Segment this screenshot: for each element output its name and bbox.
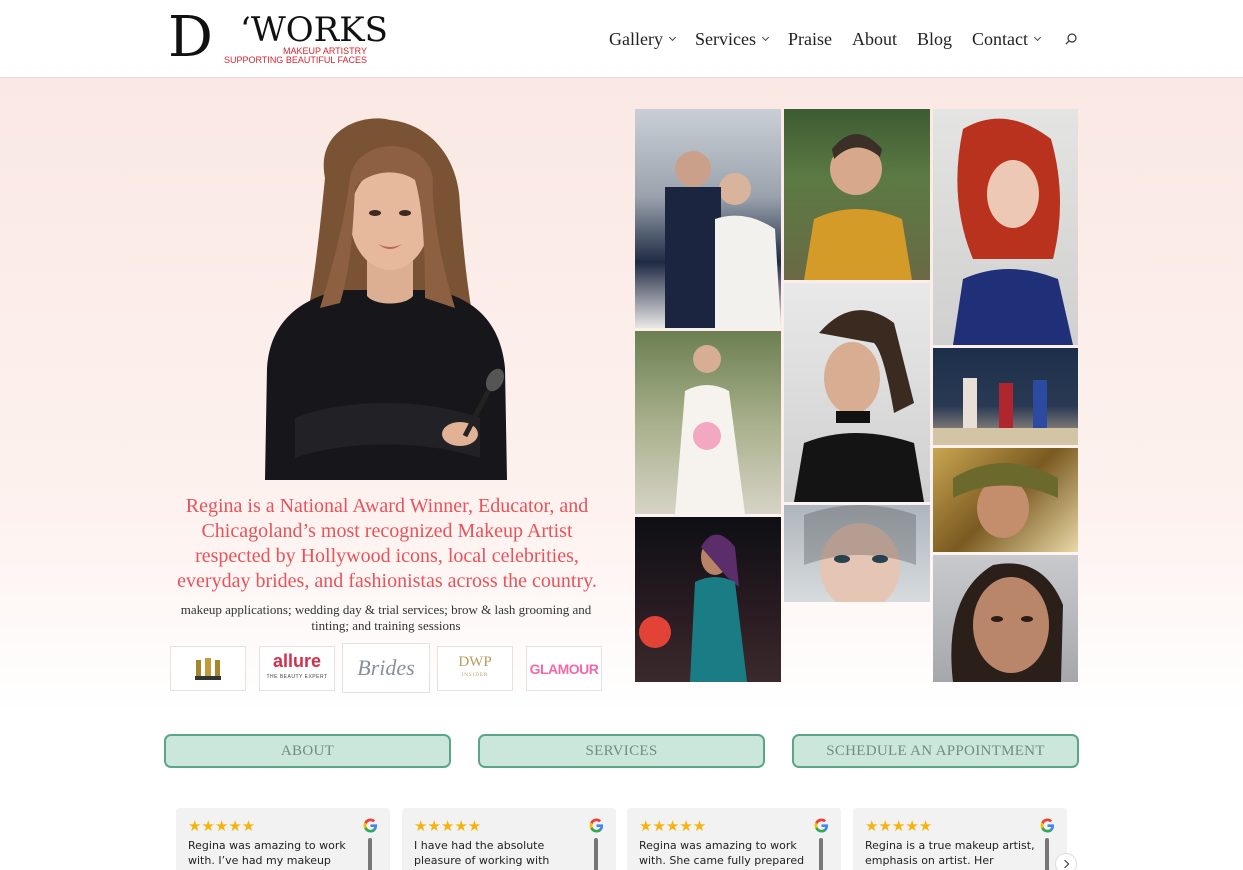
google-icon bbox=[589, 818, 604, 833]
review-card[interactable]: ★★★★★ Regina was amazing to work with. S… bbox=[627, 808, 841, 870]
nav-blog[interactable]: Blog bbox=[917, 29, 952, 50]
services-summary: makeup applications; wedding day & trial… bbox=[180, 602, 592, 633]
review-text: I have had the absolute pleasure of work… bbox=[414, 839, 550, 870]
logo-tagline-2: SUPPORTING BEAUTIFUL FACES bbox=[223, 55, 367, 65]
review-scrollbar[interactable] bbox=[1045, 838, 1049, 870]
nav-gallery[interactable]: Gallery bbox=[609, 29, 677, 50]
star-rating: ★★★★★ bbox=[414, 817, 482, 835]
review-card[interactable]: ★★★★★ I have had the absolute pleasure o… bbox=[402, 808, 616, 870]
photo-red-hair[interactable] bbox=[933, 109, 1078, 345]
press-logo-brides[interactable]: Brides bbox=[342, 643, 430, 693]
photo-group-gowns[interactable] bbox=[933, 348, 1078, 445]
photo-close-portrait[interactable] bbox=[933, 555, 1078, 682]
nav-contact[interactable]: Contact bbox=[972, 29, 1042, 50]
photo-bride-bouquet[interactable] bbox=[635, 331, 781, 514]
logo[interactable]: D ‘WORKS MAKEUP ARTISTRY SUPPORTING BEAU… bbox=[168, 5, 388, 70]
photo-birdcage-veil[interactable] bbox=[784, 505, 930, 602]
chevron-right-icon bbox=[1060, 859, 1070, 869]
photo-teal-dress[interactable] bbox=[635, 517, 781, 682]
review-text: Regina is a true makeup artist, emphasis… bbox=[865, 839, 1035, 870]
nav-services[interactable]: Services bbox=[695, 29, 770, 50]
photo-gold-blouse[interactable] bbox=[784, 109, 930, 280]
review-scrollbar[interactable] bbox=[594, 838, 598, 870]
schedule-appointment-button[interactable]: SCHEDULE AN APPOINTMENT bbox=[792, 734, 1079, 768]
nav-about[interactable]: About bbox=[852, 29, 897, 50]
allure-subtitle: THE BEAUTY EXPERT bbox=[266, 673, 328, 680]
site-header: D ‘WORKS MAKEUP ARTISTRY SUPPORTING BEAU… bbox=[0, 0, 1243, 78]
google-icon bbox=[1040, 818, 1055, 833]
star-rating: ★★★★★ bbox=[865, 817, 933, 835]
logo-word: ‘WORKS bbox=[240, 10, 388, 50]
press-logo-glamour[interactable]: GLAMOUR bbox=[526, 646, 602, 691]
chevron-down-icon bbox=[761, 33, 770, 42]
allure-wordmark: allure bbox=[272, 650, 321, 671]
glamour-wordmark: GLAMOUR bbox=[529, 660, 599, 677]
about-button[interactable]: ABOUT bbox=[164, 734, 451, 768]
intro-text: Regina is a National Award Winner, Educa… bbox=[177, 495, 597, 592]
review-text: Regina was amazing to work with. I’ve ha… bbox=[188, 839, 346, 870]
nav-praise[interactable]: Praise bbox=[788, 29, 832, 50]
review-scrollbar[interactable] bbox=[819, 838, 823, 870]
review-card[interactable]: ★★★★★ Regina is a true makeup artist, em… bbox=[853, 808, 1067, 870]
photo-bridal-jewelry[interactable] bbox=[933, 448, 1078, 552]
regina-portrait bbox=[255, 118, 517, 480]
press-logo-allure[interactable]: allure THE BEAUTY EXPERT bbox=[259, 646, 335, 691]
star-rating: ★★★★★ bbox=[639, 817, 707, 835]
chevron-down-icon bbox=[668, 33, 677, 42]
press-logo-dwp[interactable]: DWP INSIDER bbox=[437, 646, 513, 691]
main-nav: Gallery Services Praise About Blog Conta… bbox=[609, 28, 1060, 50]
google-icon bbox=[814, 818, 829, 833]
carousel-next-button[interactable] bbox=[1055, 853, 1077, 870]
brides-wordmark: Brides bbox=[357, 655, 415, 680]
logo-letter: D bbox=[168, 5, 213, 70]
photo-ponytail[interactable] bbox=[784, 283, 930, 502]
services-button[interactable]: SERVICES bbox=[478, 734, 765, 768]
chevron-down-icon bbox=[1033, 33, 1042, 42]
search-icon[interactable] bbox=[1065, 33, 1077, 45]
review-scrollbar[interactable] bbox=[368, 838, 372, 870]
dwp-subtitle: INSIDER bbox=[461, 672, 489, 678]
press-logo-awards[interactable] bbox=[170, 646, 246, 691]
star-rating: ★★★★★ bbox=[188, 817, 256, 835]
review-text: Regina was amazing to work with. She cam… bbox=[639, 839, 805, 867]
dwp-wordmark: DWP bbox=[458, 653, 492, 670]
trophy-icon bbox=[195, 657, 221, 680]
google-icon bbox=[363, 818, 378, 833]
review-card[interactable]: ★★★★★ Regina was amazing to work with. I… bbox=[176, 808, 390, 870]
photo-wedding-couple[interactable] bbox=[635, 109, 781, 328]
